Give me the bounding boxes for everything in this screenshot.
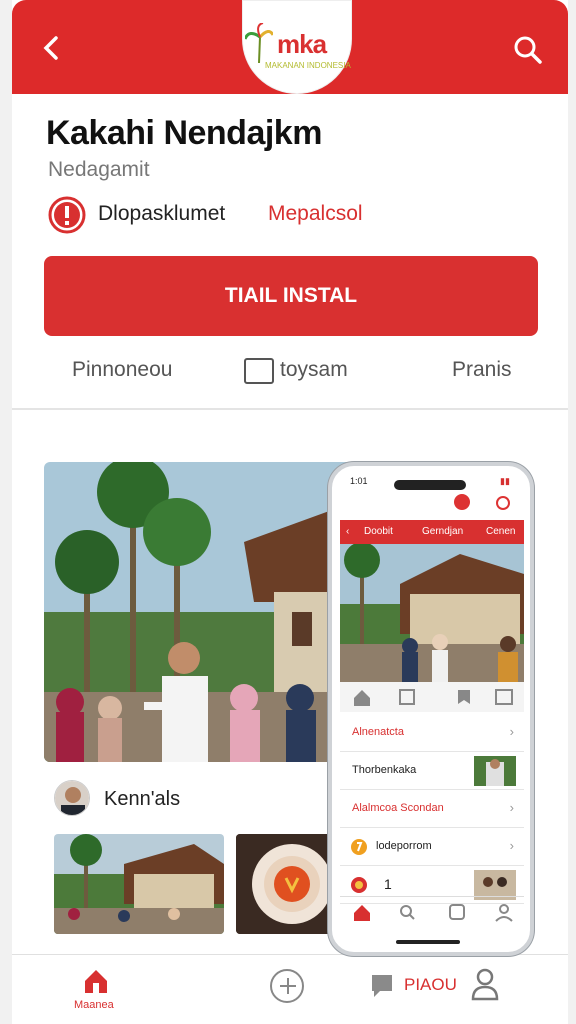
phone-list-item-2[interactable]: Thorbenkaka <box>340 752 524 790</box>
screen-icon <box>244 358 274 384</box>
bottom-tab-bar: Maanea PIAOU <box>12 954 568 1024</box>
alert-icon <box>48 196 86 234</box>
phone-list-label-4: lodeporrom <box>376 840 432 852</box>
alert-icon <box>351 839 367 855</box>
badge-icon <box>351 877 367 893</box>
phone-list: Alnenatcta › Thorbenkaka Alalmcoa Sconda… <box>340 714 524 904</box>
phone-list-label-3: Alalmcoa Scondan <box>352 802 444 814</box>
phone-photo <box>340 544 524 682</box>
meta-item-2: toysam <box>280 358 348 381</box>
app-logo: mka MAKANAN INDONESIA <box>242 0 352 94</box>
add-icon[interactable] <box>270 969 304 1003</box>
chat-icon[interactable] <box>370 973 394 999</box>
warning-link[interactable]: Mepalcsol <box>268 202 363 226</box>
phone-time: 1:01 <box>350 476 368 486</box>
post-author[interactable]: Kenn'als <box>44 778 354 826</box>
chevron-right-icon: › <box>509 838 514 853</box>
phone-list-label-5: 1 <box>384 876 392 892</box>
back-arrow-icon[interactable] <box>38 34 66 62</box>
phone-header: ‹ Doobit Gerndjan Cenen <box>340 520 524 544</box>
top-bar: mka MAKANAN INDONESIA <box>12 0 568 94</box>
phone-list-label-1: Alnenatcta <box>352 726 404 738</box>
logo-word: mka <box>277 29 327 59</box>
phone-list-item-3[interactable]: Alalmcoa Scondan › <box>340 790 524 828</box>
phone-mockup: 1:01 ▮▮ ‹ Doobit Gerndjan Cenen Alnenatc… <box>328 462 534 956</box>
search-icon[interactable] <box>512 34 544 66</box>
phone-tab-2[interactable]: Gerndjan <box>422 526 463 537</box>
phone-tab-3[interactable]: Cenen <box>486 526 515 537</box>
hero-scene <box>44 462 354 762</box>
phone-tab-1[interactable]: Doobit <box>364 526 393 537</box>
author-name: Kenn'als <box>104 788 181 810</box>
chevron-right-icon: › <box>509 800 514 815</box>
phone-list-item-1[interactable]: Alnenatcta › <box>340 714 524 752</box>
app-title: Kakahi Nendajkm <box>46 114 322 152</box>
palm-leaf-icon <box>245 23 273 63</box>
app-subtitle: Nedagamit <box>48 158 150 181</box>
phone-list-thumb-2 <box>474 756 516 786</box>
phone-status-icon <box>496 496 510 510</box>
phone-status: ▮▮ <box>500 476 510 486</box>
warning-text: Dlopasklumet <box>98 202 226 225</box>
home-indicator <box>396 940 460 944</box>
gallery-thumbnail-1[interactable] <box>54 834 224 934</box>
phone-tab-bar <box>340 896 524 926</box>
tab-label[interactable]: PIAOU <box>404 975 457 995</box>
meta-item-1: Pinnoneou <box>72 358 173 381</box>
install-button[interactable]: TIAIL INSTAL <box>44 256 538 336</box>
app-meta-row: Pinnoneou toysam Pranis <box>12 358 568 388</box>
profile-icon[interactable] <box>470 967 500 1001</box>
phone-notch <box>394 480 466 490</box>
phone-app-icon <box>454 494 470 510</box>
home-icon[interactable] <box>82 967 110 995</box>
app-info-card: Kakahi Nendajkm Nedagamit Dlopasklumet M… <box>12 94 568 410</box>
logo-tagline: MAKANAN INDONESIA <box>265 61 351 70</box>
phone-list-label-2: Thorbenkaka <box>352 764 417 776</box>
chevron-right-icon: › <box>509 724 514 739</box>
phone-list-item-4[interactable]: lodeporrom › <box>340 828 524 866</box>
meta-item-3: Pranis <box>452 358 512 381</box>
avatar <box>54 780 90 816</box>
tab-home-label: Maanea <box>74 999 114 1011</box>
phone-nav <box>340 682 524 712</box>
hero-photo[interactable] <box>44 462 354 762</box>
phone-back-icon[interactable]: ‹ <box>346 526 349 537</box>
